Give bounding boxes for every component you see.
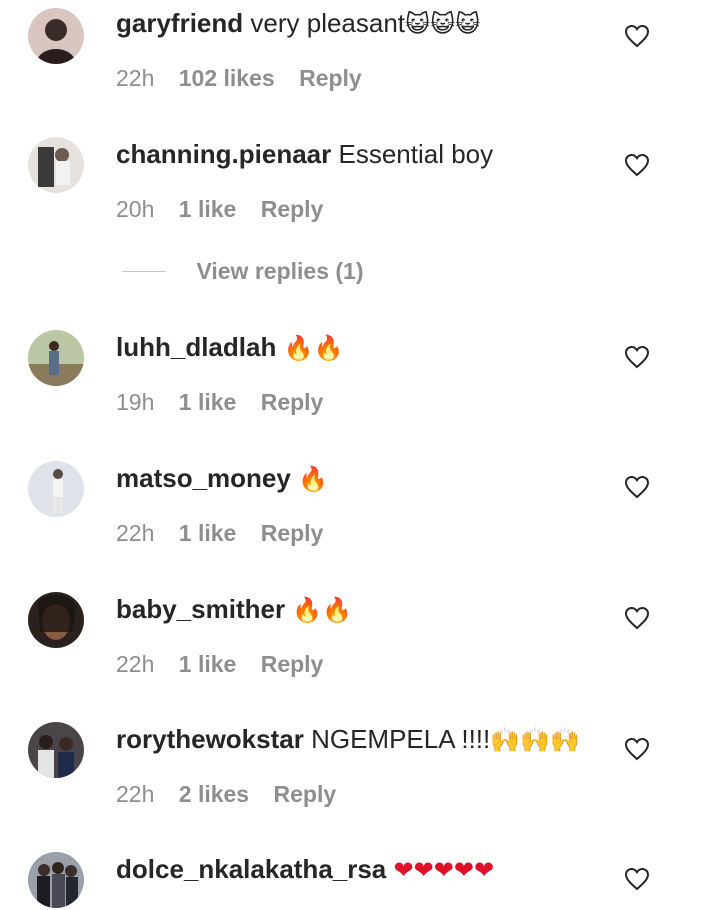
likes-count-link[interactable]: 1 like (179, 389, 237, 415)
like-heart-icon[interactable] (624, 737, 650, 761)
comment-text: NGEMPELA !!!! (311, 724, 491, 754)
comment-text: very pleasant (250, 8, 406, 38)
reply-button[interactable]: Reply (261, 651, 324, 677)
comment-meta: 22h 2 likes Reply (116, 780, 354, 808)
comment-text-line: luhh_dladlah 🔥🔥 (116, 330, 343, 365)
emoji-text: 🔥 (298, 465, 328, 493)
like-heart-icon[interactable] (624, 24, 650, 48)
comment-meta: 22h 1 like Reply (116, 519, 341, 547)
timestamp: 22h (116, 520, 155, 546)
emoji-text: 🙌🙌🙌 (490, 726, 580, 754)
divider (122, 271, 166, 272)
reply-button[interactable]: Reply (261, 520, 324, 546)
comment-text-line: channing.pienaar Essential boy (116, 137, 493, 171)
emoji-text: 😺😺😺 (405, 10, 481, 38)
timestamp: 22h (116, 65, 155, 91)
likes-count-link[interactable]: 1 like (179, 196, 237, 222)
comment-text-line: dolce_nkalakatha_rsa ❤❤❤❤❤ (116, 852, 494, 887)
reply-button[interactable]: Reply (299, 65, 362, 91)
username-link[interactable]: luhh_dladlah (116, 332, 276, 362)
avatar[interactable] (28, 461, 84, 517)
username-link[interactable]: channing.pienaar (116, 139, 331, 169)
username-link[interactable]: baby_smither (116, 594, 285, 624)
like-heart-icon[interactable] (624, 345, 650, 369)
avatar[interactable] (28, 852, 84, 908)
comment-text-line: matso_money 🔥 (116, 461, 328, 496)
avatar[interactable] (28, 330, 84, 386)
like-heart-icon[interactable] (624, 153, 650, 177)
comment-text-line: garyfriend very pleasant😺😺😺 (116, 6, 480, 41)
likes-count-link[interactable]: 2 likes (179, 781, 249, 807)
like-heart-icon[interactable] (624, 867, 650, 891)
timestamp: 22h (116, 781, 155, 807)
comment-text: Essential boy (338, 139, 494, 169)
view-replies-button[interactable]: View replies (1) (122, 258, 364, 288)
avatar[interactable] (28, 137, 84, 193)
timestamp: 22h (116, 651, 155, 677)
username-link[interactable]: dolce_nkalakatha_rsa (116, 854, 386, 884)
username-link[interactable]: garyfriend (116, 8, 243, 38)
comment-meta: 22h 102 likes Reply (116, 64, 380, 92)
comment-text-line: baby_smither 🔥🔥 (116, 592, 352, 627)
emoji-text: 🔥🔥 (292, 596, 353, 624)
comment-meta: 22h 1 like Reply (116, 650, 341, 678)
view-replies-label: View replies (1) (196, 258, 364, 284)
like-heart-icon[interactable] (624, 475, 650, 499)
likes-count-link[interactable]: 102 likes (179, 65, 275, 91)
likes-count-link[interactable]: 1 like (179, 651, 237, 677)
like-heart-icon[interactable] (624, 606, 650, 630)
comment-meta: 19h 1 like Reply (116, 388, 341, 416)
timestamp: 20h (116, 196, 155, 222)
avatar[interactable] (28, 8, 84, 64)
likes-count-link[interactable]: 1 like (179, 520, 237, 546)
avatar[interactable] (28, 592, 84, 648)
timestamp: 19h (116, 389, 155, 415)
username-link[interactable]: rorythewokstar (116, 724, 304, 754)
comment-meta: 20h 1 like Reply (116, 195, 341, 223)
reply-button[interactable]: Reply (261, 196, 324, 222)
emoji-text: 🔥🔥 (283, 334, 344, 362)
reply-button[interactable]: Reply (274, 781, 337, 807)
emoji-text: ❤❤❤❤❤ (393, 856, 495, 884)
reply-button[interactable]: Reply (261, 389, 324, 415)
avatar[interactable] (28, 722, 84, 778)
username-link[interactable]: matso_money (116, 463, 291, 493)
comment-text-line: rorythewokstar NGEMPELA !!!!🙌🙌🙌 (116, 722, 580, 757)
